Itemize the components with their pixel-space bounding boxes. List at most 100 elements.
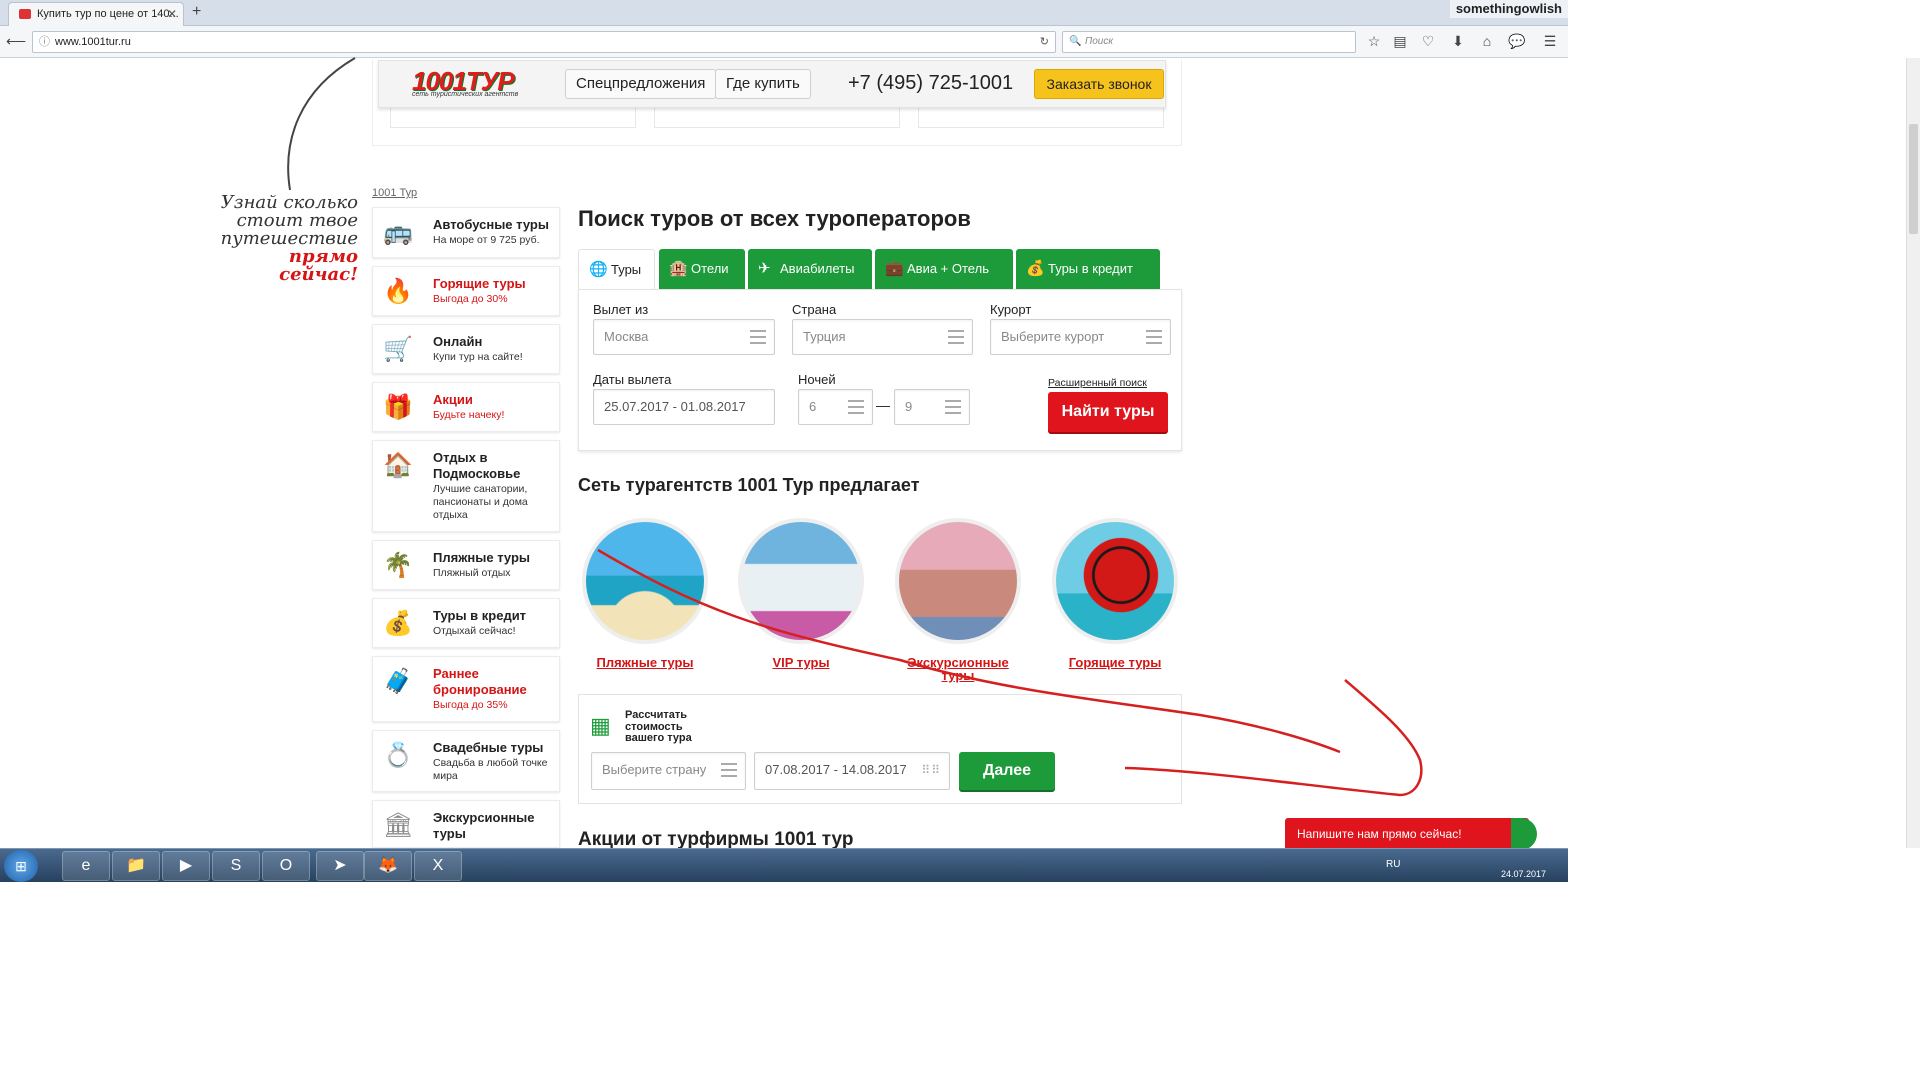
- search-tab[interactable]: 💰 Туры в кредит: [1016, 249, 1160, 289]
- bus-icon: 🚌: [383, 219, 413, 246]
- skype-icon[interactable]: S: [212, 851, 260, 881]
- beach-tours-image[interactable]: [582, 518, 708, 644]
- callback-button[interactable]: Заказать звонок: [1034, 69, 1164, 99]
- sidebar-item[interactable]: 🚌 Автобусные туры На море от 9 725 руб.: [372, 207, 560, 258]
- nights-from-select[interactable]: 6: [798, 389, 873, 425]
- offer-link-vip[interactable]: VIP туры: [738, 656, 864, 669]
- language-indicator[interactable]: RU: [1386, 859, 1400, 870]
- offer-link-excursion[interactable]: Экскурсионные туры: [895, 656, 1021, 682]
- bookmark-star-icon[interactable]: ☆: [1362, 26, 1386, 56]
- sidebar-item[interactable]: 🎁 Акции Будьте начеку!: [372, 382, 560, 432]
- sidebar-item-subtitle: Свадьба в любой точке мира: [433, 757, 548, 782]
- list-icon: [750, 330, 766, 344]
- breadcrumb[interactable]: 1001 Тур: [372, 187, 417, 199]
- offers-title: Сеть турагентств 1001 Тур предлагает: [578, 475, 920, 495]
- new-tab-icon[interactable]: +: [192, 3, 201, 21]
- sidebar-item[interactable]: 💰 Туры в кредит Отдыхай сейчас!: [372, 598, 560, 648]
- palm-icon: 🌴: [383, 552, 413, 579]
- firefox-icon[interactable]: 🦊: [364, 851, 412, 881]
- site-logo[interactable]: 1001ТУР сеть туристических агентств: [412, 66, 532, 100]
- header-dropdown-ghost: [918, 108, 1164, 128]
- menu-icon[interactable]: ☰: [1538, 26, 1562, 56]
- explorer-folder-icon[interactable]: 📁: [112, 851, 160, 881]
- country-value: Турция: [803, 329, 846, 344]
- sidebar-item-title: Горящие туры: [433, 276, 526, 291]
- search-placeholder: Поиск: [1085, 36, 1114, 47]
- windows-taskbar: ⊞ e 📁 ▶ S O ➤ 🦊 X RU 24.07.2017: [0, 848, 1568, 882]
- promo-handwritten-text: Узнай сколько стоит твое путешествие пря…: [206, 194, 358, 284]
- reading-list-icon[interactable]: ▤: [1388, 26, 1412, 56]
- calendar-icon: ⠿⠿: [921, 763, 941, 777]
- departure-value: Москва: [604, 329, 649, 344]
- sidebar-item[interactable]: 🛒 Онлайн Купи тур на сайте!: [372, 324, 560, 374]
- globe-icon: 🌐: [589, 261, 608, 278]
- calc-country-placeholder: Выберите страну: [602, 762, 707, 777]
- excel-icon[interactable]: X: [414, 851, 462, 881]
- back-icon[interactable]: ⟵: [4, 26, 28, 56]
- calc-dates-input[interactable]: 07.08.2017 - 14.08.2017 ⠿⠿: [754, 752, 950, 790]
- offer-link-hot[interactable]: Горящие туры: [1052, 656, 1178, 669]
- sidebar-item-subtitle: Купи тур на сайте!: [433, 351, 523, 363]
- start-button-icon[interactable]: ⊞: [4, 850, 38, 882]
- excursion-tours-image[interactable]: [895, 518, 1021, 644]
- user-badge: somethingowlish: [1449, 0, 1568, 18]
- chat-widget-button[interactable]: Напишите нам прямо сейчас!: [1285, 818, 1537, 850]
- close-tab-icon[interactable]: ✕: [167, 3, 177, 25]
- resort-placeholder: Выберите курорт: [1001, 329, 1105, 344]
- sidebar-item[interactable]: 💍 Свадебные туры Свадьба в любой точке мир…: [372, 730, 560, 792]
- vip-tours-image[interactable]: [738, 518, 864, 644]
- sidebar-item[interactable]: 🏛 Экскурсионные туры: [372, 800, 560, 848]
- hotel-icon: 🏨: [669, 260, 688, 277]
- search-tab[interactable]: ✈ Авиабилеты: [748, 249, 872, 289]
- resort-select[interactable]: Выберите курорт: [990, 319, 1171, 355]
- offer-link-beach[interactable]: Пляжные туры: [582, 656, 708, 669]
- search-tab[interactable]: 💼 Авиа + Отель: [875, 249, 1013, 289]
- clock-date[interactable]: 24.07.2017: [1501, 869, 1546, 879]
- home-icon[interactable]: ⌂: [1475, 26, 1499, 56]
- info-icon[interactable]: ⓘ: [39, 32, 50, 52]
- list-icon: [848, 400, 864, 414]
- search-tab-label: Авиа + Отель: [907, 261, 989, 276]
- departure-select[interactable]: Москва: [593, 319, 775, 355]
- country-select[interactable]: Турция: [792, 319, 973, 355]
- rings-icon: 💍: [383, 742, 413, 769]
- next-button[interactable]: Далее: [959, 752, 1055, 790]
- phone-number[interactable]: +7 (495) 725-1001: [848, 72, 1013, 95]
- sidebar-item-title: Акции: [433, 392, 473, 407]
- advanced-search-link[interactable]: Расширенный поиск: [1048, 377, 1147, 389]
- media-player-icon[interactable]: ▶: [162, 851, 210, 881]
- ie-icon[interactable]: e: [62, 851, 110, 881]
- calc-country-select[interactable]: Выберите страну: [591, 752, 746, 790]
- telegram-icon[interactable]: ➤: [316, 851, 364, 881]
- sidebar-item[interactable]: 🏠 Отдых в Подмосковье Лучшие санатории, па…: [372, 440, 560, 532]
- download-icon[interactable]: ⬇: [1446, 26, 1470, 56]
- address-bar[interactable]: ⓘ www.1001tur.ru ↻: [32, 31, 1056, 53]
- fire-icon: 🔥: [383, 278, 413, 305]
- credit-hand-icon: 💰: [1026, 260, 1045, 277]
- hot-tours-image[interactable]: [1052, 518, 1178, 644]
- find-tours-button[interactable]: Найти туры: [1048, 392, 1168, 432]
- search-tab[interactable]: 🌐 Туры: [578, 249, 655, 289]
- sidebar-item-title: Раннее бронирование: [433, 666, 527, 697]
- chat-bubble-icon[interactable]: 💬: [1505, 26, 1529, 56]
- pocket-icon[interactable]: ♡: [1416, 26, 1440, 56]
- page-scrollbar[interactable]: [1906, 58, 1920, 848]
- sidebar-item[interactable]: 🧳 Раннее бронирование Выгода до 35%: [372, 656, 560, 722]
- dates-input[interactable]: 25.07.2017 - 01.08.2017: [593, 389, 775, 425]
- nav-special-offers-button[interactable]: Спецпредложения: [565, 69, 717, 99]
- browser-search-input[interactable]: 🔍 Поиск: [1062, 31, 1356, 53]
- search-tab[interactable]: 🏨 Отели: [659, 249, 745, 289]
- search-tab-label: Туры в кредит: [1048, 261, 1133, 276]
- nights-to-select[interactable]: 9: [894, 389, 970, 425]
- search-tab-label: Отели: [691, 261, 729, 276]
- sidebar-item[interactable]: 🌴 Пляжные туры Пляжный отдых: [372, 540, 560, 590]
- scroll-thumb[interactable]: [1909, 124, 1918, 234]
- outlook-icon[interactable]: O: [262, 851, 310, 881]
- reload-icon[interactable]: ↻: [1040, 32, 1049, 52]
- sidebar-item[interactable]: 🔥 Горящие туры Выгода до 30%: [372, 266, 560, 316]
- nav-where-to-buy-button[interactable]: Где купить: [715, 69, 811, 99]
- url-text: www.1001tur.ru: [55, 36, 131, 48]
- nights-from-value: 6: [809, 399, 817, 414]
- chat-label: Напишите нам прямо сейчас!: [1297, 827, 1462, 841]
- browser-tab[interactable]: Купить тур по цене от 140... ✕: [8, 2, 184, 26]
